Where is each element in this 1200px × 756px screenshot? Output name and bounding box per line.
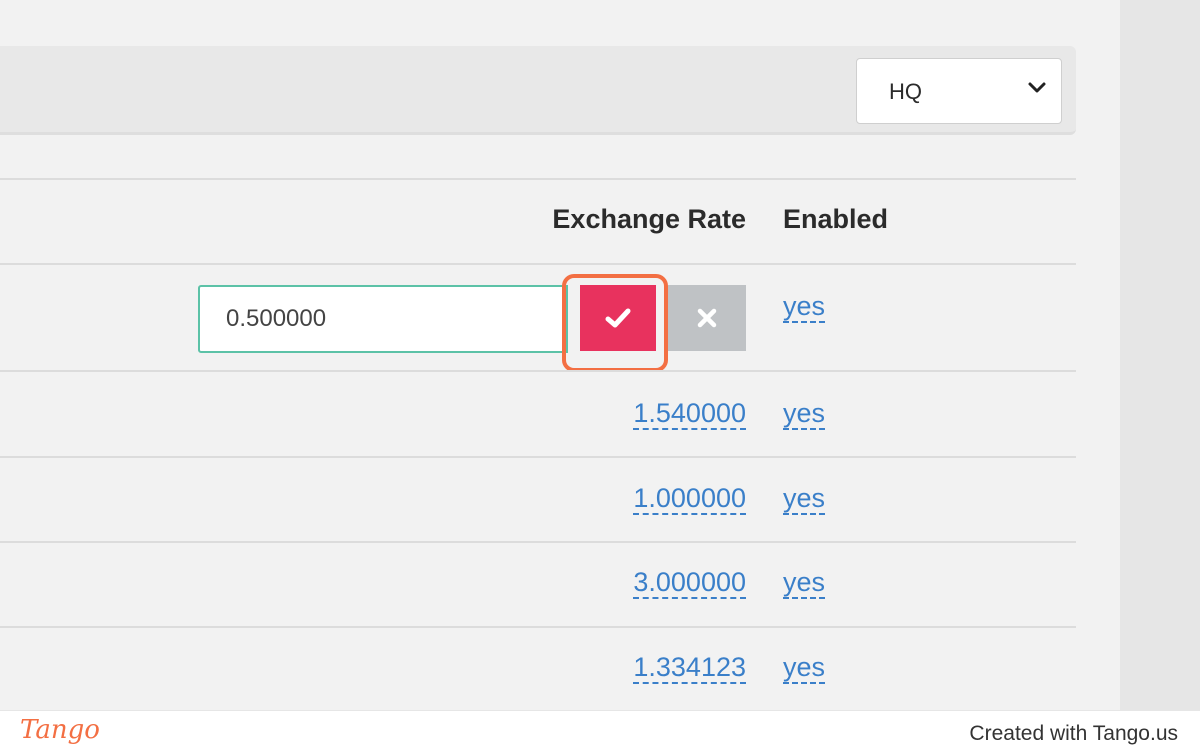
enabled-toggle-link[interactable]: yes <box>783 398 826 430</box>
location-select-value: HQ <box>889 79 922 104</box>
enabled-toggle-link[interactable]: yes <box>783 567 826 599</box>
row-divider <box>0 626 1076 628</box>
confirm-edit-button[interactable] <box>580 285 656 351</box>
cancel-edit-button[interactable] <box>668 285 746 351</box>
close-icon <box>697 308 717 328</box>
enabled-toggle-link[interactable]: yes <box>783 652 826 684</box>
chevron-down-icon <box>1028 82 1046 93</box>
footer: Tango Created with Tango.us <box>0 710 1200 756</box>
row-divider <box>0 456 1076 458</box>
footer-credit: Created with Tango.us <box>969 722 1178 745</box>
tango-logo: Tango <box>20 715 100 745</box>
location-select[interactable]: HQ <box>856 58 1062 124</box>
check-icon <box>605 308 631 328</box>
exchange-rate-link[interactable]: 1.540000 <box>633 398 746 430</box>
exchange-rate-link[interactable]: 1.000000 <box>633 483 746 515</box>
header-divider <box>0 263 1076 265</box>
exchange-rate-input[interactable] <box>198 285 568 353</box>
exchange-rate-link[interactable]: 1.334123 <box>633 652 746 684</box>
table-top-divider <box>0 178 1076 180</box>
row-divider <box>0 541 1076 543</box>
scrollbar-track[interactable] <box>1120 0 1200 710</box>
column-header-enabled: Enabled <box>783 204 889 234</box>
row-divider <box>0 370 1076 372</box>
page: HQ Exchange Rate Enabled yes 1.540000 ye… <box>0 0 1200 756</box>
enabled-toggle-link[interactable]: yes <box>783 483 826 515</box>
exchange-rate-link[interactable]: 3.000000 <box>633 567 746 599</box>
column-header-exchange-rate: Exchange Rate <box>552 204 746 234</box>
enabled-toggle-link[interactable]: yes <box>783 291 826 323</box>
